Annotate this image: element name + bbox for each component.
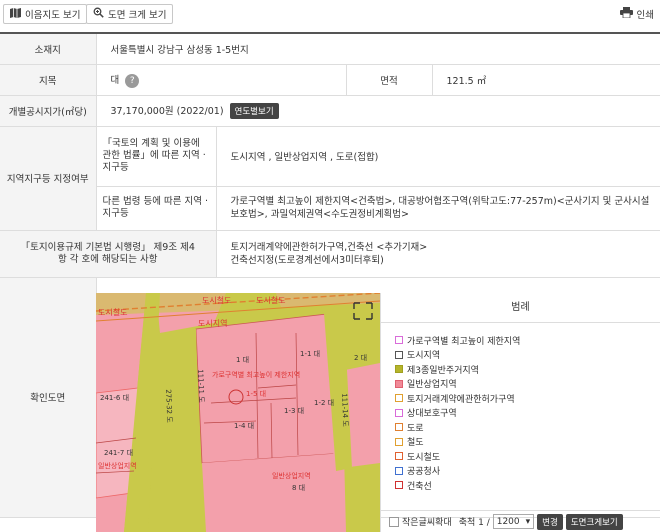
map-label-parcel-2: 2 대 <box>354 354 368 362</box>
magnifier-icon <box>93 7 104 21</box>
map-label-parcel-241-7: 241-7 대 <box>104 449 134 457</box>
legend-item-label: 도시지역 <box>407 351 441 362</box>
legend-swatch-icon <box>395 379 403 388</box>
legend-swatch-icon <box>395 394 403 403</box>
location-label: 소재지 <box>0 33 97 65</box>
legend-list: 가로구역별 최고높이 제한지역도시지역제3종일반주거지역일반상업지역토지거래계약… <box>381 323 660 493</box>
legend-item-label: 제3종일반주거지역 <box>407 365 479 376</box>
legend-swatch-icon <box>395 350 403 359</box>
map-label-rail1: 도시철도 <box>98 308 128 317</box>
legend-item: 건축선 <box>381 478 660 493</box>
legend-item: 제3종일반주거지역 <box>381 362 660 377</box>
category-value: 대 <box>110 74 120 86</box>
legend-item: 일반상업지역 <box>381 377 660 392</box>
legend-swatch-icon <box>395 481 403 490</box>
map-label-parcel-1-5: 1-5 대 <box>246 390 267 398</box>
price-value: 37,170,000원 (2022/01) <box>110 105 224 117</box>
legend-swatch-icon <box>395 365 403 374</box>
zone-sub2-value: 가로구역별 최고높이 제한지역<건축법>, 대공방어협조구역(위탁고도:77-2… <box>216 186 660 231</box>
legend-item: 도로 <box>381 420 660 435</box>
legend-item-label: 공공청사 <box>407 467 441 478</box>
legend-swatch-icon <box>395 466 403 475</box>
yearly-view-button[interactable]: 연도별보기 <box>229 102 279 119</box>
print-label: 인쇄 <box>636 10 654 21</box>
map-label-parcel-1-2: 1-2 대 <box>314 399 335 407</box>
area-label: 면적 <box>346 64 433 96</box>
map-controls: 작은글씨확대 축척 1 / 1200 ▾ 변경 도면크게보기 <box>381 510 660 532</box>
drawing-zoom-button[interactable]: 도면 크게 보기 <box>86 4 174 24</box>
reg-value: 토지거래계약에관한허가구역,건축선 <추가기재> 건축선지정(도로경계선에서3미… <box>216 230 660 278</box>
price-cell: 37,170,000원 (2022/01) 연도별보기 <box>96 95 660 127</box>
legend-swatch-icon <box>395 423 403 432</box>
map-label-road-275-32: 275-32 도 <box>164 389 174 423</box>
map-book-icon <box>10 7 21 21</box>
legend-item-label: 토지거래계약에관한허가구역 <box>407 394 515 405</box>
confirmation-map[interactable]: 도시철도 도시철도 도시철도 도시지역 1 대 1-1 대 2 대 가로구역별 … <box>96 293 380 532</box>
enlarge-drawing-button[interactable]: 도면크게보기 <box>565 513 623 530</box>
map-legend: 범례 가로구역별 최고높이 제한지역도시지역제3종일반주거지역일반상업지역토지거… <box>380 293 660 532</box>
category-cell: 대? <box>96 64 347 96</box>
price-label: 개별공시지가(㎡당) <box>0 95 97 127</box>
legend-swatch-icon <box>395 437 403 446</box>
zone-sub1-value: 도시지역 , 일반상업지역 , 도로(접합) <box>216 126 660 187</box>
map-view-label: 이음지도 보기 <box>25 10 81 21</box>
zone-label: 지역지구등 지정여부 <box>0 126 97 231</box>
legend-item-label: 상대보호구역 <box>407 409 457 420</box>
map-label-parcel-1-1: 1-1 대 <box>300 350 321 358</box>
map-label-rail2: 도시철도 <box>202 296 232 305</box>
printer-icon <box>619 7 633 21</box>
map-label: 확인도면 <box>0 277 97 518</box>
location-value: 서울특별시 강남구 삼성동 1-5번지 <box>96 33 660 65</box>
legend-item-label: 도시철도 <box>407 452 441 463</box>
area-value: 121.5 ㎡ <box>432 64 660 96</box>
map-label-parcel-1-4: 1-4 대 <box>234 422 255 430</box>
legend-item: 공공청사 <box>381 464 660 479</box>
legend-item: 도시지역 <box>381 348 660 363</box>
map-label-commercial-1: 일반상업지역 <box>98 462 137 470</box>
legend-item: 토지거래계약에관한허가구역 <box>381 391 660 406</box>
scale-select[interactable]: 1200 ▾ <box>492 514 535 529</box>
reg-value-line1: 토지거래계약에관한허가구역,건축선 <추가기재> <box>230 241 428 253</box>
legend-swatch-icon <box>395 452 403 461</box>
reg-label: 「토지이용규제 기본법 시행령」 제9조 제4항 각 호에 해당되는 사항 <box>0 230 217 278</box>
reg-value-line2: 건축선지정(도로경계선에서3미터후퇴) <box>230 254 384 266</box>
legend-item: 가로구역별 최고높이 제한지역 <box>381 333 660 348</box>
print-button[interactable]: 인쇄 <box>619 4 654 24</box>
chevron-down-icon: ▾ <box>525 516 531 527</box>
map-label-parcel-1-3: 1-3 대 <box>284 407 305 415</box>
map-label-parcel-8: 8 대 <box>292 484 306 492</box>
map-label-rail3: 도시철도 <box>256 296 286 305</box>
map-label-commercial-2: 일반상업지역 <box>272 472 311 480</box>
small-text-checkbox[interactable] <box>389 516 399 527</box>
legend-item-label: 일반상업지역 <box>407 380 457 391</box>
category-label: 지목 <box>0 64 97 96</box>
legend-item: 도시철도 <box>381 449 660 464</box>
legend-item: 상대보호구역 <box>381 406 660 421</box>
legend-swatch-icon <box>395 336 403 345</box>
legend-item-label: 철도 <box>407 438 424 449</box>
small-text-label: 작은글씨확대 <box>402 518 452 528</box>
legend-item-label: 도로 <box>407 423 424 434</box>
help-icon[interactable]: ? <box>125 73 140 88</box>
map-label-height-limit: 가로구역별 최고높이 제한지역 <box>212 371 301 379</box>
map-drawing <box>96 293 380 532</box>
drawing-zoom-label: 도면 크게 보기 <box>108 10 167 21</box>
map-label-urban: 도시지역 <box>198 319 228 328</box>
scale-value: 1200 <box>496 516 520 527</box>
map-view-button[interactable]: 이음지도 보기 <box>3 4 88 24</box>
zone-sub2-label: 다른 법령 등에 따른 지역 · 지구등 <box>96 186 217 231</box>
scale-label: 축척 1 / <box>458 518 490 528</box>
legend-item-label: 가로구역별 최고높이 제한지역 <box>407 336 521 347</box>
legend-item: 철도 <box>381 435 660 450</box>
legend-item-label: 건축선 <box>407 481 432 492</box>
map-label-road-111-14: 111-14 도 <box>340 393 350 427</box>
legend-title: 범례 <box>381 293 660 323</box>
zone-sub1-label: 「국토의 계획 및 이용에 관한 법률」에 따른 지역 · 지구등 <box>96 126 217 187</box>
legend-swatch-icon <box>395 408 403 417</box>
map-label-parcel-1: 1 대 <box>236 356 250 364</box>
map-label-parcel-241-6: 241-6 대 <box>100 394 130 402</box>
map-label-road-111-11: 111-11 도 <box>196 369 206 403</box>
change-scale-button[interactable]: 변경 <box>537 513 563 530</box>
